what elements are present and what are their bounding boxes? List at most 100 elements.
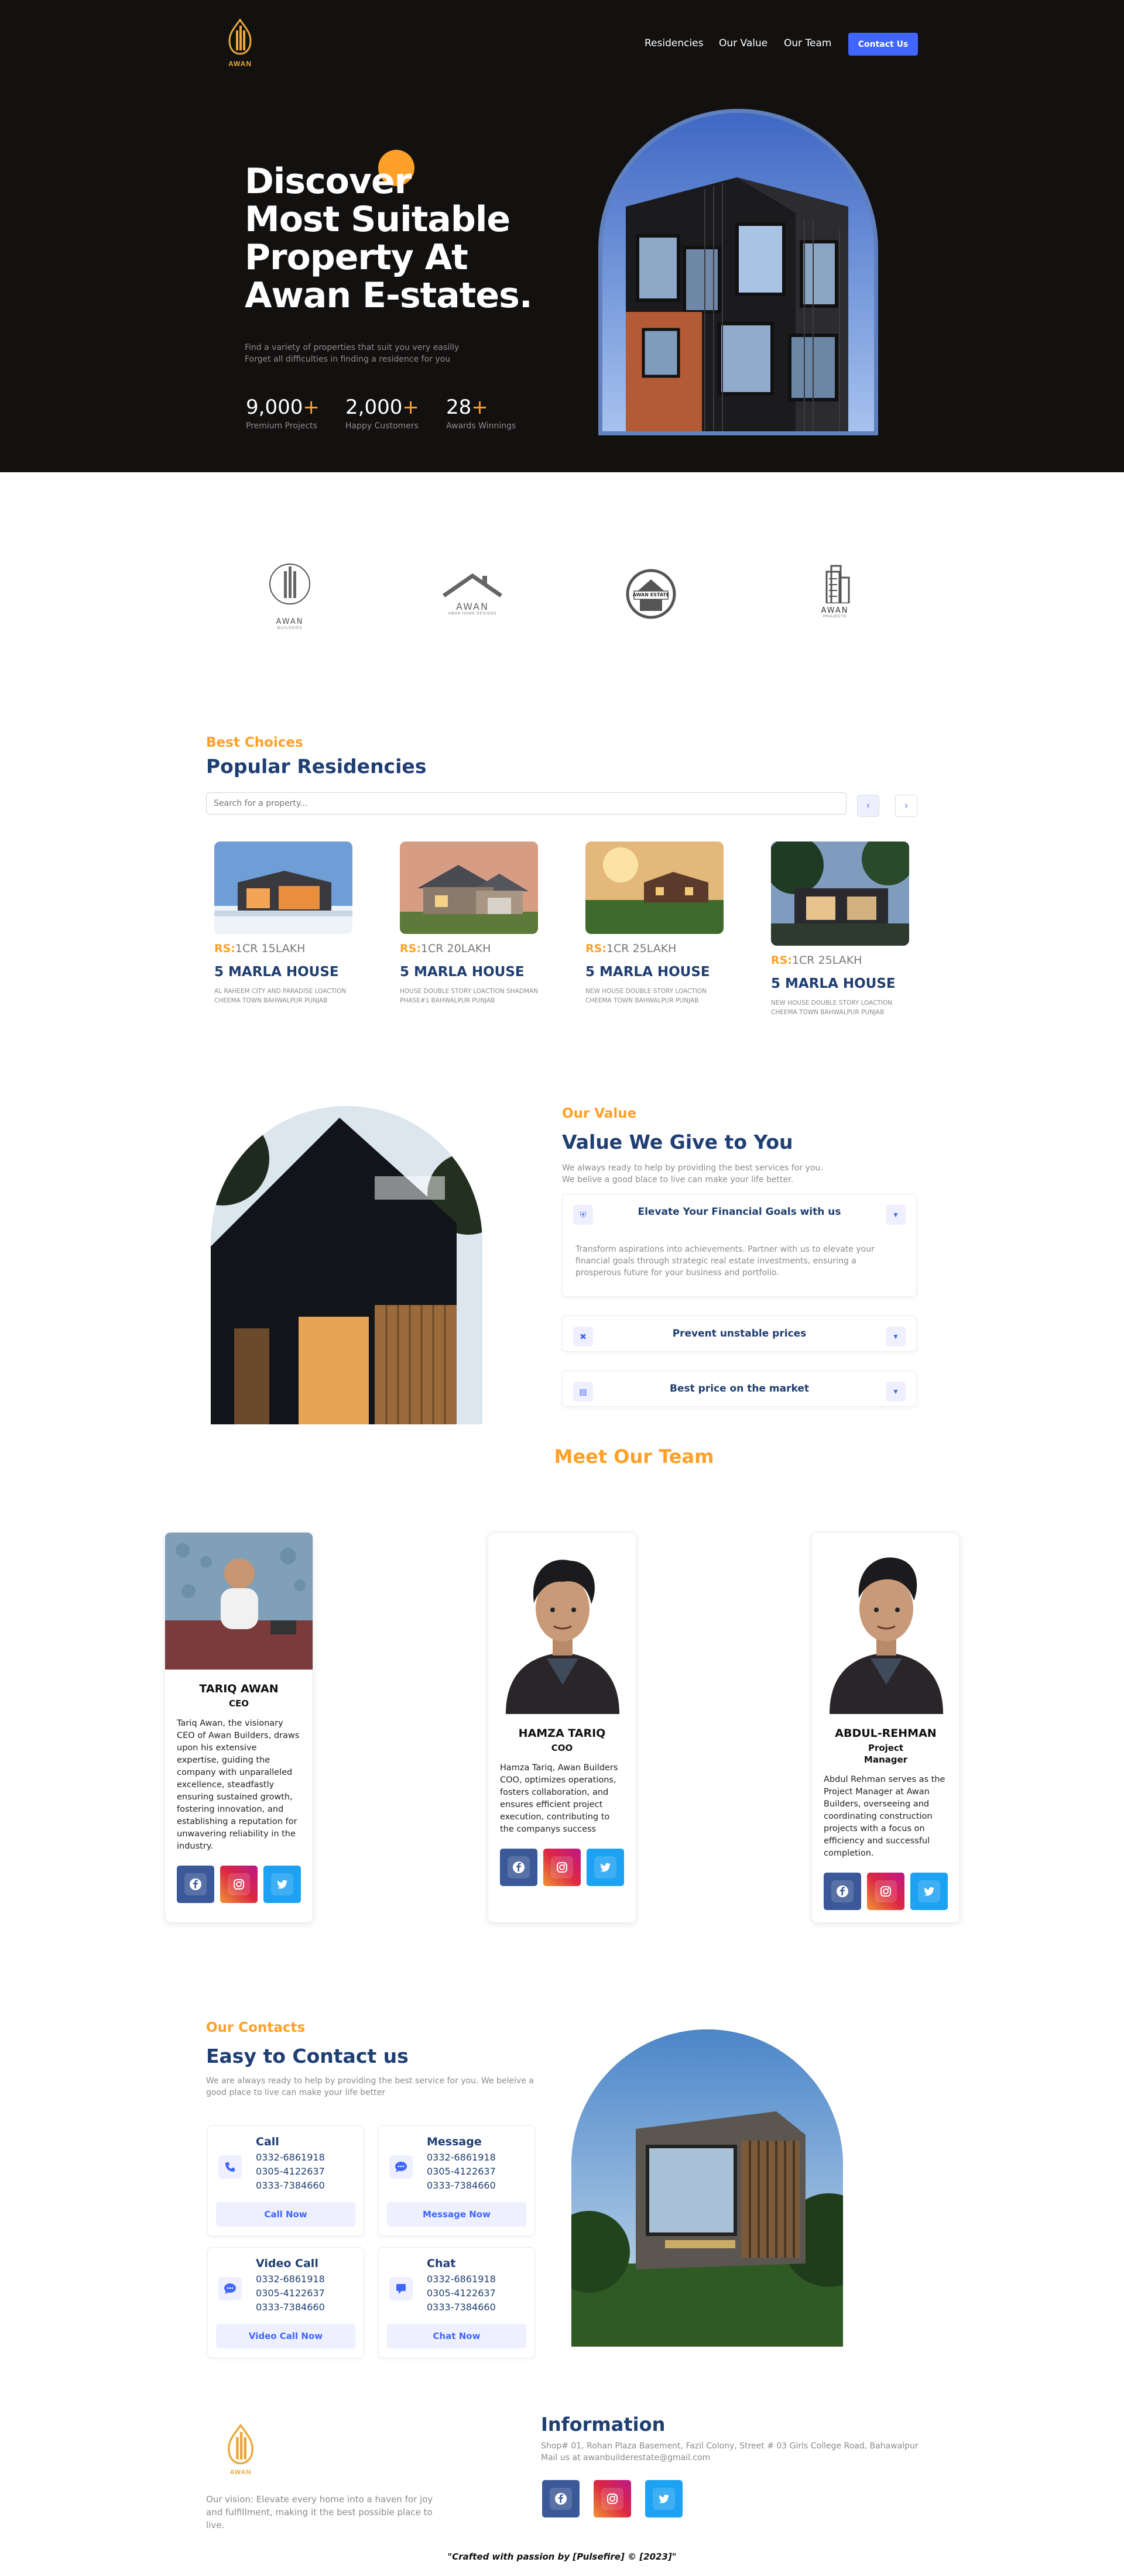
- accordion-item-best-price[interactable]: ▤ Best price on the market ▼: [562, 1371, 917, 1407]
- contacts-description-line: We are always ready to help by providing…: [206, 2076, 534, 2086]
- site-logo[interactable]: AWAN: [217, 16, 263, 70]
- contact-number: 0305-4122637: [427, 2288, 496, 2299]
- twitter-icon[interactable]: [263, 1866, 301, 1903]
- contact-title: Chat: [427, 2257, 456, 2270]
- residency-image: [585, 842, 724, 934]
- logo-text: AWAN: [228, 60, 252, 68]
- residency-name: 5 MARLA HOUSE: [214, 964, 339, 980]
- residency-card[interactable]: RS:1CR 20LAKH 5 MARLA HOUSE HOUSE DOUBLE…: [400, 842, 540, 1005]
- partner-logo: AWAN BUILDERS: [266, 562, 313, 632]
- team-member-card: HAMZA TARIQ COO Hamza Tariq, Awan Builde…: [488, 1532, 636, 1923]
- twitter-icon[interactable]: [645, 2480, 683, 2517]
- team-member-role: COO: [551, 1743, 573, 1753]
- footer-credit: "Crafted with passion by [Pulsefire] © […: [447, 2551, 677, 2562]
- contact-number: 0332-6861918: [256, 2152, 325, 2163]
- team-member-name: TARIQ AWAN: [199, 1682, 279, 1695]
- stat-happy-customers: 2,000+ Happy Customers: [345, 396, 419, 431]
- team-member-bio: Hamza Tariq, Awan Builders COO, optimize…: [500, 1763, 618, 1834]
- footer-vision-line: Our vision: Elevate every home into a ha…: [206, 2494, 433, 2505]
- footer-logo[interactable]: AWAN: [215, 2423, 266, 2479]
- residency-description: AL RAHEEM CITY AND PARADISE LOACTION CHE…: [214, 988, 347, 1004]
- footer-vision-line: and fulfillment, making it the best poss…: [206, 2507, 433, 2530]
- contact-title: Call: [256, 2135, 279, 2148]
- chevron-down-icon[interactable]: ▼: [886, 1205, 906, 1225]
- instagram-icon[interactable]: [220, 1866, 258, 1903]
- instagram-icon[interactable]: [867, 1873, 904, 1910]
- chevron-down-icon[interactable]: ▼: [886, 1382, 906, 1402]
- stat-suffix: +: [303, 396, 320, 419]
- message-now-button[interactable]: Message Now: [387, 2202, 526, 2227]
- hero-title-line: Most Suitable: [245, 199, 510, 240]
- chevron-left-icon[interactable]: ‹: [857, 795, 879, 817]
- facebook-icon[interactable]: [500, 1849, 537, 1886]
- stat-suffix: +: [402, 396, 419, 419]
- chat-now-button[interactable]: Chat Now: [387, 2324, 526, 2348]
- price-value: 1CR 25LAKH: [606, 942, 677, 955]
- contact-number: 0332-6861918: [256, 2273, 325, 2285]
- phone-icon: [218, 2155, 242, 2179]
- chevron-down-icon[interactable]: ▼: [886, 1327, 906, 1347]
- nav-our-value[interactable]: Our Value: [719, 37, 767, 49]
- social-links: [488, 1836, 636, 1886]
- partner-logo: AWAN PROJECTS: [814, 565, 856, 635]
- call-now-button[interactable]: Call Now: [216, 2202, 355, 2227]
- contact-number: 0333-7384660: [256, 2180, 325, 2191]
- stat-awards-winnings: 28+ Awards Winnings: [446, 396, 516, 431]
- hero-description-line: Find a variety of properties that suit y…: [245, 343, 460, 352]
- team-member-photo: [165, 1533, 313, 1670]
- team-member-card: ABDUL-REHMAN Project Manager Abdul Rehma…: [811, 1532, 960, 1923]
- accordion-item-prevent-unstable-prices[interactable]: ✖ Prevent unstable prices ▼: [562, 1316, 917, 1352]
- accordion-header[interactable]: ✖ Prevent unstable prices ▼: [563, 1316, 916, 1351]
- footer-address: Shop# 01, Rohan Plaza Basement, Fazil Co…: [541, 2440, 921, 2464]
- residency-card[interactable]: RS:1CR 15LAKH 5 MARLA HOUSE AL RAHEEM CI…: [214, 842, 355, 1005]
- contacts-description: We are always ready to help by providing…: [206, 2075, 557, 2098]
- partner-sub: BUILDERS: [277, 626, 303, 630]
- footer-address-line: Shop# 01, Rohan Plaza Basement, Fazil Co…: [541, 2441, 919, 2451]
- currency-label: RS:: [400, 942, 421, 955]
- nav-our-team[interactable]: Our Team: [784, 37, 831, 49]
- facebook-icon[interactable]: [542, 2480, 580, 2517]
- shield-icon: ⛨: [573, 1205, 593, 1225]
- contact-number: 0305-4122637: [256, 2166, 325, 2177]
- stat-suffix: +: [471, 396, 488, 419]
- currency-label: RS:: [214, 942, 235, 955]
- residency-card[interactable]: RS:1CR 25LAKH 5 MARLA HOUSE NEW HOUSE DO…: [771, 842, 911, 1017]
- team-member-bio: Tariq Awan, the visionary CEO of Awan Bu…: [177, 1719, 300, 1851]
- contacts-subtitle: Our Contacts: [206, 2020, 306, 2035]
- close-circle-icon: ✖: [573, 1327, 593, 1347]
- residency-card[interactable]: RS:1CR 25LAKH 5 MARLA HOUSE NEW HOUSE DO…: [585, 842, 726, 1005]
- building-illustration: [602, 113, 874, 431]
- team-member-bio: Abdul Rehman serves as the Project Manag…: [824, 1775, 945, 1858]
- contact-number: 0333-7384660: [256, 2302, 325, 2313]
- residency-name: 5 MARLA HOUSE: [771, 976, 896, 991]
- partner-name: AWAN: [276, 617, 304, 626]
- instagram-icon[interactable]: [543, 1849, 581, 1886]
- property-search-input[interactable]: [206, 792, 847, 815]
- accordion-item-financial-goals[interactable]: ⛨ Elevate Your Financial Goals with us ▼…: [562, 1194, 917, 1297]
- accordion-header[interactable]: ⛨ Elevate Your Financial Goals with us ▼: [563, 1194, 916, 1229]
- stat-value: 2,000: [345, 396, 403, 419]
- facebook-icon[interactable]: [824, 1873, 861, 1910]
- contact-card-chat: Chat 0332-6861918 0305-4122637 0333-7384…: [378, 2247, 535, 2358]
- partner-sub: AWAN HOME DESIGNS: [448, 612, 497, 616]
- hero-title-line: Property At: [245, 237, 468, 278]
- residency-price: RS:1CR 20LAKH: [400, 942, 540, 955]
- accordion-body: Transform aspirations into achievements.…: [575, 1245, 875, 1277]
- document-icon: ▤: [573, 1382, 593, 1402]
- chevron-right-icon[interactable]: ›: [895, 795, 917, 817]
- instagram-icon[interactable]: [594, 2480, 631, 2517]
- twitter-icon[interactable]: [587, 1849, 624, 1886]
- social-links: [812, 1860, 959, 1910]
- accordion-header[interactable]: ▤ Best price on the market ▼: [563, 1371, 916, 1406]
- social-links: [165, 1853, 313, 1903]
- nav-residencies[interactable]: Residencies: [645, 37, 704, 49]
- video-call-now-button[interactable]: Video Call Now: [216, 2324, 355, 2348]
- contact-us-button[interactable]: Contact Us: [848, 33, 918, 56]
- video-call-icon: [218, 2277, 242, 2300]
- twitter-icon[interactable]: [910, 1873, 948, 1910]
- currency-label: RS:: [585, 942, 606, 955]
- residency-image: [400, 842, 538, 934]
- logo-flames-icon: [228, 2423, 253, 2465]
- residency-price: RS:1CR 25LAKH: [771, 954, 911, 967]
- facebook-icon[interactable]: [177, 1866, 214, 1903]
